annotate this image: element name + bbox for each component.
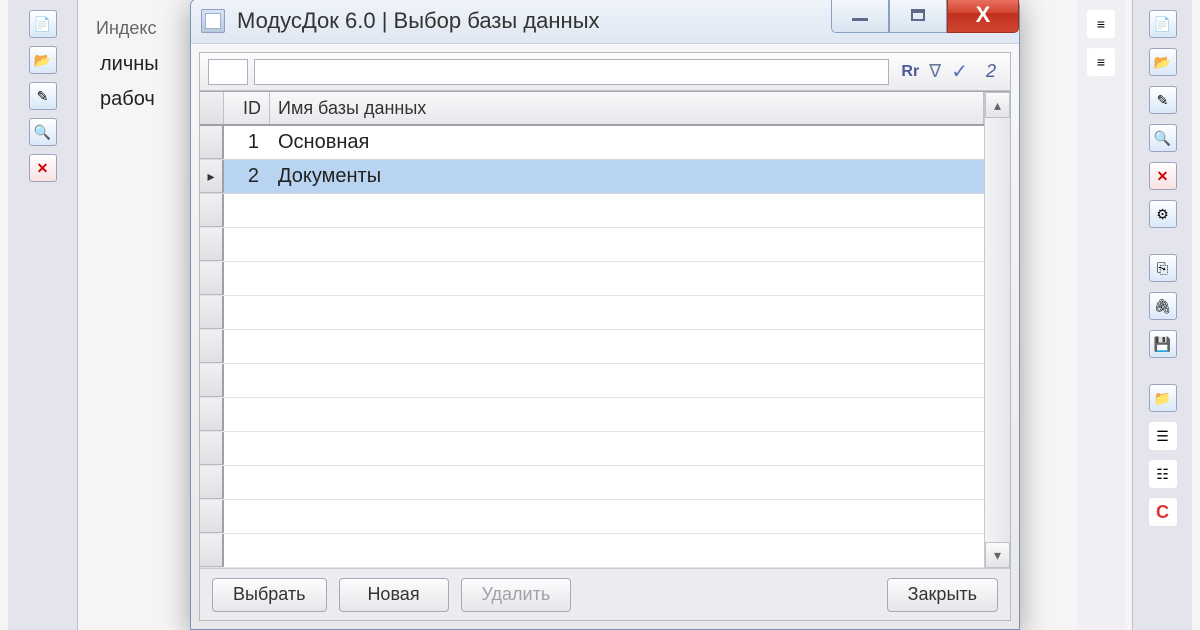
empty-row bbox=[200, 534, 984, 568]
grid-body: 1Основная2Документы bbox=[200, 126, 984, 568]
doc-edit-icon: ✎ bbox=[29, 82, 57, 110]
row-marker bbox=[200, 126, 224, 159]
empty-row bbox=[200, 500, 984, 534]
row-id: 1 bbox=[224, 126, 270, 159]
empty-row bbox=[200, 296, 984, 330]
table-row[interactable]: 2Документы bbox=[200, 160, 984, 194]
filter-id-input[interactable] bbox=[208, 59, 248, 85]
dialog-button-row: Выбрать Новая Удалить Закрыть bbox=[200, 568, 1010, 620]
row-name: Основная bbox=[270, 126, 984, 159]
database-grid: ID Имя базы данных 1Основная2Документы ▴… bbox=[200, 91, 1010, 568]
dialog-title: МодусДок 6.0 | Выбор базы данных bbox=[237, 8, 831, 34]
empty-row bbox=[200, 432, 984, 466]
close-button[interactable]: X bbox=[947, 0, 1019, 33]
copy-icon: ⎘ bbox=[1149, 254, 1177, 282]
doc-search-icon: 🔍 bbox=[29, 118, 57, 146]
row-marker bbox=[200, 160, 224, 193]
lines-icon: ≡ bbox=[1087, 48, 1115, 76]
grid-header: ID Имя базы данных bbox=[200, 92, 984, 126]
doc-icon: 📂 bbox=[1149, 48, 1177, 76]
row-name: Документы bbox=[270, 160, 984, 193]
empty-row bbox=[200, 466, 984, 500]
vertical-scrollbar[interactable]: ▴ ▾ bbox=[984, 92, 1010, 568]
attach-icon: 🖇 bbox=[1149, 292, 1177, 320]
filter-icon[interactable]: ∇ bbox=[929, 61, 941, 82]
filter-name-input[interactable] bbox=[254, 59, 889, 85]
apply-filter-icon[interactable]: ✓ bbox=[951, 59, 968, 84]
dialog-body: Rr ∇ ✓ 2 ID Имя базы данных 1Основная2До… bbox=[199, 52, 1011, 621]
empty-row bbox=[200, 330, 984, 364]
empty-row bbox=[200, 398, 984, 432]
maximize-button[interactable] bbox=[889, 0, 947, 33]
column-name[interactable]: Имя базы данных bbox=[270, 92, 984, 124]
empty-row bbox=[200, 194, 984, 228]
column-id[interactable]: ID bbox=[224, 92, 270, 124]
table-row[interactable]: 1Основная bbox=[200, 126, 984, 160]
select-button[interactable]: Выбрать bbox=[212, 578, 327, 612]
scroll-track[interactable] bbox=[985, 118, 1010, 542]
filter-toolbar: Rr ∇ ✓ 2 bbox=[200, 53, 1010, 91]
grid-corner bbox=[200, 92, 224, 124]
minimize-button[interactable] bbox=[831, 0, 889, 33]
delete-icon: ✕ bbox=[1149, 162, 1177, 190]
row-id: 2 bbox=[224, 160, 270, 193]
bg-left-toolbar: 📄 📂 ✎ 🔍 ✕ bbox=[8, 0, 78, 630]
settings-icon: ⚙ bbox=[1149, 200, 1177, 228]
bg-right-toolbar-2: ≡ ≡ bbox=[1077, 0, 1125, 630]
close-dialog-button[interactable]: Закрыть bbox=[887, 578, 998, 612]
list-icon: ☰ bbox=[1149, 422, 1177, 450]
empty-row bbox=[200, 228, 984, 262]
doc-new-icon: 📄 bbox=[29, 10, 57, 38]
c-icon: C bbox=[1149, 498, 1177, 526]
doc-delete-icon: ✕ bbox=[29, 154, 57, 182]
database-select-dialog: МодусДок 6.0 | Выбор базы данных X Rr ∇ … bbox=[190, 0, 1020, 630]
row-count: 2 bbox=[986, 61, 996, 82]
new-button[interactable]: Новая bbox=[339, 578, 449, 612]
empty-row bbox=[200, 364, 984, 398]
search-icon: 🔍 bbox=[1149, 124, 1177, 152]
app-icon bbox=[201, 9, 225, 33]
scroll-down-icon[interactable]: ▾ bbox=[985, 542, 1010, 568]
folder-icon: 📁 bbox=[1149, 384, 1177, 412]
case-toggle-icon[interactable]: Rr bbox=[901, 63, 919, 81]
edit-icon: ✎ bbox=[1149, 86, 1177, 114]
dialog-titlebar[interactable]: МодусДок 6.0 | Выбор базы данных X bbox=[191, 0, 1019, 44]
doc-open-icon: 📂 bbox=[29, 46, 57, 74]
lines-icon: ≡ bbox=[1087, 10, 1115, 38]
list-icon: ☷ bbox=[1149, 460, 1177, 488]
scroll-up-icon[interactable]: ▴ bbox=[985, 92, 1010, 118]
delete-button[interactable]: Удалить bbox=[461, 578, 572, 612]
doc-icon: 📄 bbox=[1149, 10, 1177, 38]
save-icon: 💾 bbox=[1149, 330, 1177, 358]
bg-right-toolbar: 📄 📂 ✎ 🔍 ✕ ⚙ ⎘ 🖇 💾 📁 ☰ ☷ C bbox=[1132, 0, 1192, 630]
empty-row bbox=[200, 262, 984, 296]
